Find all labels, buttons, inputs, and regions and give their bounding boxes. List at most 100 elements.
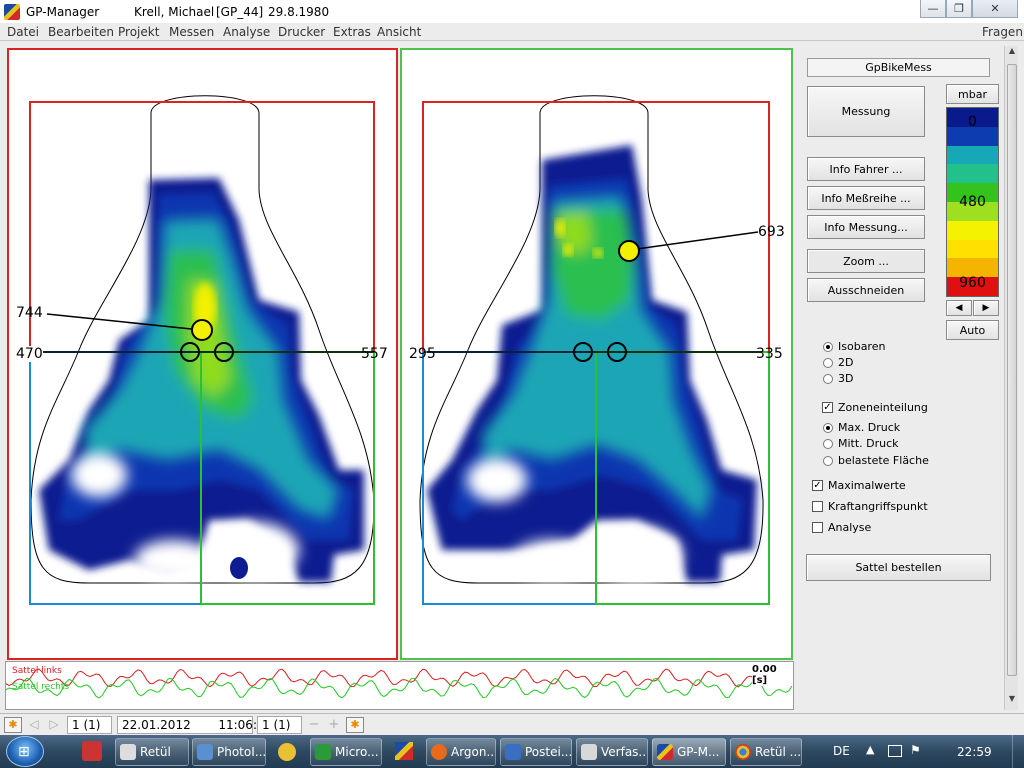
taskbar-item-gp-manager[interactable]: GP-M... [652, 738, 726, 766]
app-icon [120, 744, 136, 760]
radio-3d[interactable]: 3D [823, 372, 853, 385]
taskbar-item-retul-chrome[interactable]: Retül ... [730, 738, 802, 766]
radio-indicator [823, 373, 833, 384]
title-bar: GP-Manager Krell, Michael [GP_44] 29.8.1… [0, 0, 1024, 24]
menu-fragen[interactable]: Fragen [982, 25, 1023, 39]
app-icon [315, 744, 331, 760]
menu-extras[interactable]: Extras [333, 25, 371, 39]
scale-right-arrow[interactable]: ▶ [973, 300, 999, 316]
new-project-icon[interactable]: ✱ [4, 717, 22, 733]
scroll-up-icon[interactable]: ▲ [1006, 46, 1018, 60]
app-icon [197, 744, 213, 760]
scale-tick-480: 480 [959, 194, 986, 210]
measurement-date: 22.01.2012 [122, 718, 191, 732]
gp-manager-pinned-icon[interactable] [395, 742, 413, 760]
scale-tick-960: 960 [959, 275, 986, 291]
export-icon[interactable]: ✱ [346, 717, 364, 733]
radio-loaded-area[interactable]: belastete Fläche [823, 454, 929, 467]
taskbar-item-argon[interactable]: Argon... [426, 738, 496, 766]
scale-band-3 [947, 164, 998, 184]
left-saddle-map-panel[interactable]: 744 470 557 [7, 48, 398, 660]
minimize-button[interactable]: — [920, 0, 946, 18]
start-button[interactable]: ⊞ [6, 736, 44, 767]
check-icon: ✓ [822, 402, 833, 413]
cut-button[interactable]: Ausschneiden [807, 278, 925, 302]
flag-icon[interactable]: ⚑ [910, 743, 921, 757]
quicklaunch-icon[interactable] [82, 741, 102, 761]
checkbox-box [812, 522, 823, 533]
radio-mean-pressure[interactable]: Mitt. Druck [823, 437, 899, 450]
right-max-value: 693 [758, 224, 785, 240]
language-indicator[interactable]: DE [833, 744, 850, 758]
order-saddle-button[interactable]: Sattel bestellen [806, 554, 991, 581]
scale-band-6 [947, 220, 998, 240]
measure-button[interactable]: Messung [807, 86, 925, 137]
scroll-down-icon[interactable]: ▼ [1006, 694, 1018, 708]
checkbox-max-values[interactable]: ✓ Maximalwerte [812, 479, 906, 492]
menu-datei[interactable]: Datei [7, 25, 39, 39]
app-icon [657, 744, 673, 760]
taskbar-item-postei[interactable]: Postei... [500, 738, 572, 766]
taskbar-item-verfas[interactable]: Verfas... [576, 738, 648, 766]
info-measurement-button[interactable]: Info Messung... [807, 215, 925, 239]
frame-counter: 1 (1) [67, 716, 112, 734]
menu-messen[interactable]: Messen [169, 25, 214, 39]
checkbox-analysis[interactable]: Analyse [812, 521, 871, 534]
taskbar-item-photo[interactable]: PhotoI... [192, 738, 266, 766]
tray-expand-icon[interactable]: ▲ [866, 743, 874, 756]
remove-icon[interactable]: − [305, 717, 323, 733]
scale-band-2 [947, 145, 998, 165]
taskbar: ⊞ Retül PhotoI... Micro... Argon... Post… [0, 735, 1024, 768]
right-zone-left-value: 295 [409, 346, 436, 362]
app-icon [4, 4, 20, 20]
menu-bearbeiten[interactable]: Bearbeiten [48, 25, 114, 39]
app-title: GP-Manager [26, 5, 100, 19]
left-zone-left-value: 470 [16, 346, 43, 362]
menu-drucker[interactable]: Drucker [278, 25, 325, 39]
right-saddle-map-panel[interactable]: 693 295 335 [400, 48, 793, 660]
prev-frame-icon[interactable]: ◁ [25, 717, 43, 733]
zoom-button[interactable]: Zoom ... [807, 249, 925, 273]
pressure-waveform-strip[interactable]: Sattel links Sattel rechts 0.00 [s] [5, 661, 794, 710]
scale-left-arrow[interactable]: ◀ [946, 300, 972, 316]
menu-analyse[interactable]: Analyse [223, 25, 270, 39]
maximize-button[interactable]: ❐ [946, 0, 972, 18]
info-series-button[interactable]: Info Meßreihe ... [807, 186, 925, 210]
radio-indicator [823, 422, 833, 433]
next-frame-icon[interactable]: ▷ [45, 717, 63, 733]
pinned-app-icon[interactable] [278, 743, 296, 761]
auto-scale-button[interactable]: Auto [946, 320, 999, 340]
max-pressure-marker [191, 319, 213, 341]
checkbox-zone-division[interactable]: ✓ Zoneneinteilung [822, 401, 928, 414]
firefox-icon [431, 744, 447, 760]
close-button[interactable]: ✕ [972, 0, 1018, 18]
scale-band-7 [947, 239, 998, 259]
radio-indicator [823, 438, 833, 449]
clock[interactable]: 22:59 [957, 745, 992, 759]
network-icon[interactable] [888, 745, 902, 757]
waveform-right-label: Sattel rechts [12, 682, 70, 692]
color-scale: 0 480 960 [946, 107, 999, 297]
radio-indicator [823, 341, 833, 352]
vertical-scrollbar[interactable]: ▲ ▼ [1004, 46, 1018, 710]
add-icon[interactable]: + [325, 717, 343, 733]
check-icon: ✓ [812, 480, 823, 491]
taskbar-item-micro[interactable]: Micro... [310, 738, 382, 766]
checkbox-box [812, 501, 823, 512]
info-rider-button[interactable]: Info Fahrer ... [807, 157, 925, 181]
taskbar-item-retul[interactable]: Retül [115, 738, 189, 766]
scrollbar-thumb[interactable] [1007, 64, 1017, 676]
windows-logo-icon: ⊞ [18, 744, 30, 760]
unit-button[interactable]: mbar [946, 84, 999, 104]
checkbox-force-point[interactable]: Kraftangriffspunkt [812, 500, 928, 513]
scale-tick-0: 0 [968, 114, 977, 130]
radio-indicator [823, 357, 833, 368]
menu-projekt[interactable]: Projekt [118, 25, 159, 39]
left-max-value: 744 [16, 305, 43, 321]
radio-max-pressure[interactable]: Max. Druck [823, 421, 900, 434]
show-desktop-button[interactable] [1012, 735, 1024, 768]
radio-2d[interactable]: 2D [823, 356, 853, 369]
radio-isobars[interactable]: Isobaren [823, 340, 885, 353]
status-bar: ✱ ◁ ▷ 1 (1) 22.01.2012 11:06:51 1 (1) − … [0, 713, 1024, 735]
menu-ansicht[interactable]: Ansicht [377, 25, 421, 39]
